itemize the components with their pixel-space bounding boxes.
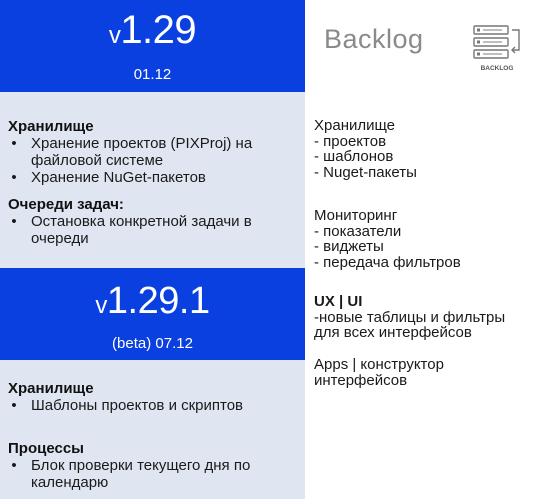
backlog-ux-ui: UX | UI -новые таблицы и фильтры для все… <box>314 294 538 341</box>
version-banner-1-29-1: v1.29.1 (beta) 07.12 <box>0 268 305 360</box>
list-item: • Хранение проектов (PIXProj) на файловой… <box>8 135 300 169</box>
bullet: • <box>11 213 17 230</box>
feature-list: • Хранение проектов (PIXProj) на файловой… <box>8 135 300 186</box>
version-prefix: v <box>108 22 121 49</box>
backlog-icon: BACKLOG <box>473 25 520 72</box>
version-number: v1.29.1 <box>95 280 210 322</box>
list-item: • Хранение NuGet-пакетов <box>8 169 300 186</box>
section-processes: Процессы • Блок проверки текущего дня по … <box>8 440 300 491</box>
bullet: • <box>11 397 17 414</box>
list-item: • Шаблоны проектов и скриптов <box>8 397 300 414</box>
section-heading: Хранилище <box>8 118 94 135</box>
version-banner-1-29: v1.29 01.12 <box>0 0 305 92</box>
backlog-title: Backlog <box>324 24 424 54</box>
release-date: (beta) 07.12 <box>112 335 193 352</box>
section-task-queues: Очереди задач: • Остановка конкретной зад… <box>8 196 300 247</box>
release-date: 01.12 <box>133 66 172 83</box>
section-heading: Процессы <box>8 440 84 457</box>
section-heading: Хранилище <box>8 380 94 397</box>
section-storage-2: Хранилище • Шаблоны проектов и скриптов <box>8 380 300 414</box>
section-storage-1: Хранилище • Хранение проектов (PIXProj) н… <box>8 118 300 186</box>
feature-list: • Блок проверки текущего дня по календарю <box>8 457 300 491</box>
bullet: • <box>11 457 17 474</box>
backlog-monitoring: Мониторинг - показатели - виджеты - пере… <box>314 207 461 271</box>
backlog-icon-label: BACKLOG <box>481 65 514 72</box>
backlog-apps: Apps | конструктор интерфейсов <box>314 356 444 389</box>
list-item: • Блок проверки текущего дня по календарю <box>8 457 300 491</box>
bullet: • <box>11 135 17 152</box>
version-prefix: v <box>95 292 107 319</box>
feature-list: • Шаблоны проектов и скриптов <box>8 397 300 414</box>
release-notes-panel: v1.29 01.12 Хранилище • Хранение проектов… <box>0 0 305 499</box>
backlog-group-title: UX | UI <box>314 293 363 310</box>
bullet: • <box>11 169 17 186</box>
version-number: v1.29 <box>108 8 197 52</box>
feature-list: • Остановка конкретной задачи в очереди <box>8 213 300 247</box>
section-heading: Очереди задач: <box>8 196 124 213</box>
list-item: • Остановка конкретной задачи в очереди <box>8 213 300 247</box>
backlog-storage: Хранилище - проектов - шаблонов - Nuget-… <box>314 117 417 181</box>
